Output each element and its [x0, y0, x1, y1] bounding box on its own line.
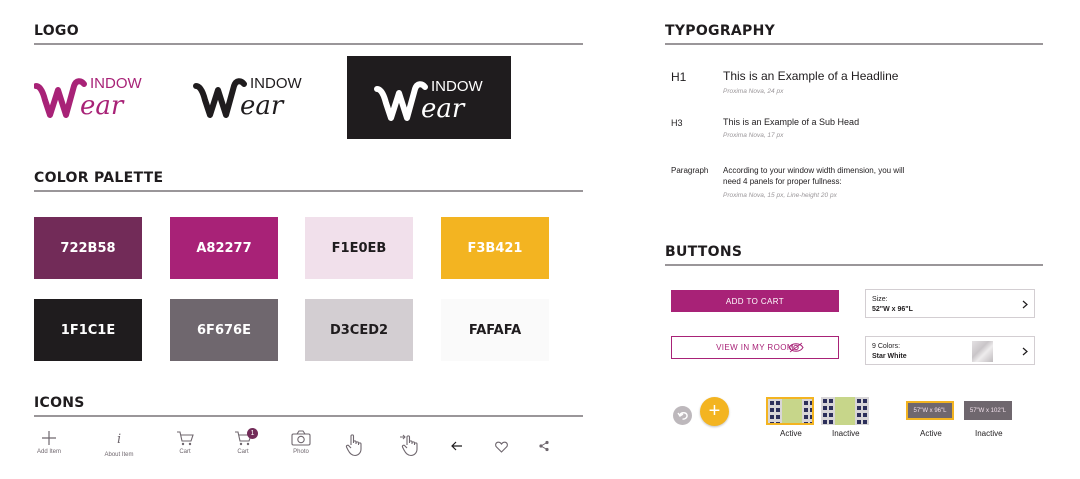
undo-button[interactable]: [673, 406, 692, 425]
color-swatch-hex-label: 1F1C1E: [60, 322, 116, 338]
h3-example-text: This is an Example of a Sub Head: [723, 117, 860, 127]
logo-reversed-top-text: INDOW: [431, 78, 484, 95]
color-swatch: F3B421: [441, 217, 549, 279]
size-selector-label: Size:: [872, 296, 888, 303]
logo-reversed-bottom-text: ear: [421, 94, 466, 123]
cart-label: Cart: [179, 449, 191, 455]
logo-section-title: LOGO: [34, 23, 79, 39]
color-swatch-hex-label: 722B58: [60, 240, 116, 256]
color-swatch: 722B58: [34, 217, 142, 279]
size-chip-active[interactable]: 57"W x 96"L: [906, 401, 954, 420]
curtain-thumb-inactive[interactable]: [821, 397, 869, 425]
heart-icon: [494, 441, 508, 453]
share-icon: [539, 440, 549, 452]
color-selector-label: 9 Colors:: [872, 343, 901, 350]
swipe-hand-icon: [400, 434, 418, 457]
arrow-left-icon: [451, 441, 462, 451]
undo-icon: [676, 412, 688, 420]
color-swatch: 1F1C1E: [34, 299, 142, 361]
thumb-active-label: Active: [780, 429, 802, 438]
logo-color-top-text: INDOW: [90, 75, 143, 92]
color-swatch: 6F676E: [170, 299, 278, 361]
logo-black-top-text: INDOW: [250, 75, 303, 92]
logo-reversed: INDOW ear: [347, 56, 511, 139]
size-chip-active-label: Active: [920, 429, 942, 438]
logo-black: INDOW ear: [192, 70, 304, 120]
back-arrow-icon-cell[interactable]: [432, 440, 482, 452]
info-icon: i: [117, 432, 121, 446]
typography-section-title: TYPOGRAPHY: [665, 23, 776, 39]
color-swatch: FAFAFA: [441, 299, 549, 361]
color-swatch-thumbnail: [972, 341, 993, 362]
paragraph-example-line-2: need 4 panels for proper fullness:: [723, 177, 842, 186]
logo-black-bottom-text: ear: [240, 91, 285, 120]
color-swatch-hex-label: D3CED2: [329, 322, 389, 338]
logo-color-bottom-text: ear: [80, 91, 125, 120]
h1-example-text: This is an Example of a Headline: [723, 69, 899, 83]
chevron-right-icon: [1022, 347, 1028, 356]
logo-section-divider: [34, 43, 583, 45]
cart-icon: [177, 431, 194, 446]
cart-badge-label: Cart: [237, 449, 249, 455]
color-swatch-hex-label: F1E0EB: [331, 240, 387, 256]
chevron-right-icon: [1022, 300, 1028, 309]
buttons-section-divider: [665, 264, 1043, 266]
add-fab-button[interactable]: +: [700, 397, 729, 426]
color-selector[interactable]: 9 Colors: Star White: [865, 336, 1035, 365]
svg-text:i: i: [117, 432, 121, 446]
color-swatch-hex-label: F3B421: [467, 240, 523, 256]
tap-hand-icon: [345, 434, 362, 457]
swipe-hand-icon-cell[interactable]: [385, 433, 435, 457]
view-in-my-room-label: VIEW IN MY ROOM: [716, 343, 794, 352]
tap-hand-icon-cell[interactable]: [330, 433, 380, 457]
share-icon-cell[interactable]: [519, 440, 569, 452]
camera-icon: [291, 430, 311, 446]
thumb-inactive-label: Inactive: [832, 429, 860, 438]
h1-meta: Proxima Nova, 24 px: [723, 88, 784, 95]
plus-icon: [42, 431, 56, 445]
cart-count-badge: 1: [247, 428, 258, 439]
color-palette-section-title: COLOR PALETTE: [34, 170, 164, 186]
cart-icon-cell[interactable]: Cart: [160, 430, 210, 455]
about-item-icon-cell[interactable]: i About Item: [94, 430, 144, 458]
h3-meta: Proxima Nova, 17 px: [723, 132, 784, 139]
h3-tag: H3: [671, 118, 683, 128]
cart-badge-icon-cell[interactable]: 1 Cart: [218, 428, 268, 455]
color-swatch: F1E0EB: [305, 217, 413, 279]
photo-icon-cell[interactable]: Photo: [276, 430, 326, 455]
icons-section-title: ICONS: [34, 395, 85, 411]
size-selector[interactable]: Size: 52"W x 96"L: [865, 289, 1035, 318]
view-in-my-room-button[interactable]: VIEW IN MY ROOM: [671, 336, 839, 359]
add-item-label: Add Item: [36, 449, 61, 455]
add-item-icon-cell[interactable]: Add Item: [24, 430, 74, 455]
logo-color: INDOW ear: [34, 70, 144, 120]
color-swatch: A82277: [170, 217, 278, 279]
photo-label: Photo: [293, 449, 309, 455]
eye-icon: [788, 342, 804, 353]
color-selector-value: Star White: [872, 353, 907, 360]
curtain-pattern-icon: [768, 399, 812, 423]
color-swatch-hex-label: A82277: [196, 240, 252, 256]
color-palette-section-divider: [34, 190, 583, 192]
paragraph-meta: Proxima Nova, 15 px, Line-height 20 px: [723, 192, 837, 199]
add-to-cart-button[interactable]: ADD TO CART: [671, 290, 839, 312]
h1-tag: H1: [671, 70, 687, 84]
size-chip-inactive[interactable]: 57"W x 102"L: [964, 401, 1012, 420]
about-item-label: About Item: [104, 452, 134, 458]
typography-section-divider: [665, 43, 1043, 45]
icons-section-divider: [34, 415, 583, 417]
color-swatch-hex-label: FAFAFA: [468, 322, 522, 338]
buttons-section-title: BUTTONS: [665, 244, 743, 260]
paragraph-example-line-1: According to your window width dimension…: [723, 166, 905, 175]
curtain-thumb-active[interactable]: [766, 397, 814, 425]
size-selector-value: 52"W x 96"L: [872, 306, 913, 313]
paragraph-tag: Paragraph: [671, 166, 709, 175]
curtain-pattern-icon: [821, 397, 869, 425]
color-swatch: D3CED2: [305, 299, 413, 361]
color-swatch-hex-label: 6F676E: [197, 322, 251, 338]
size-chip-inactive-label: Inactive: [975, 429, 1003, 438]
